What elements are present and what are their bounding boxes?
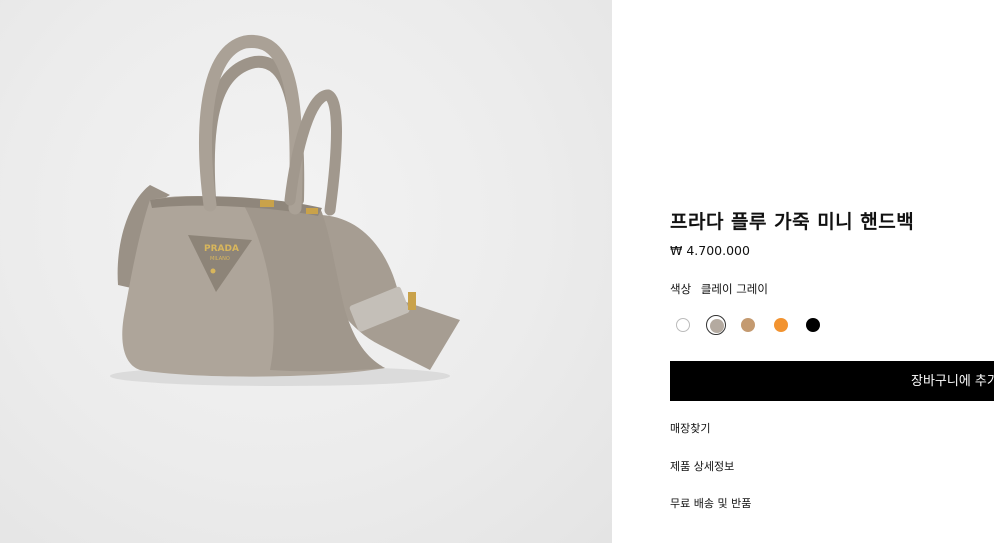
swatch-orange[interactable]	[771, 315, 791, 335]
store-locator-link[interactable]: 매장찾기	[670, 420, 710, 436]
color-value: 클레이 그레이	[700, 282, 768, 296]
swatch-camel[interactable]	[738, 315, 758, 335]
swatch-dot-orange	[773, 318, 788, 332]
color-label: 색상	[670, 282, 692, 296]
swatch-dot-clay-gray	[709, 319, 724, 333]
color-selection: 색상 클레이 그레이	[670, 281, 768, 297]
swatch-black[interactable]	[803, 315, 823, 335]
logo-sub: MILANO	[210, 256, 230, 262]
swatch-dot-white	[676, 318, 690, 332]
product-details-link[interactable]: 제품 상세정보	[670, 458, 734, 474]
handbag-illustration: PRADA MILANO	[110, 35, 460, 386]
product-info-panel: 프라다 플루 가죽 미니 핸드백 ₩ 4.700.000 색상 클레이 그레이 …	[670, 0, 994, 543]
product-price: ₩ 4.700.000	[670, 243, 750, 258]
product-image[interactable]: PRADA MILANO	[0, 0, 612, 543]
swatch-white[interactable]	[673, 315, 693, 335]
product-title: 프라다 플루 가죽 미니 핸드백	[670, 211, 915, 233]
swatch-dot-black	[806, 318, 820, 332]
shipping-returns-link[interactable]: 무료 배송 및 반품	[670, 495, 751, 511]
swatch-clay-gray[interactable]	[705, 315, 726, 335]
add-to-cart-button[interactable]: 장바구니에 추가	[670, 361, 994, 401]
swatch-dot-camel	[741, 318, 755, 332]
logo-text: PRADA	[204, 244, 239, 254]
